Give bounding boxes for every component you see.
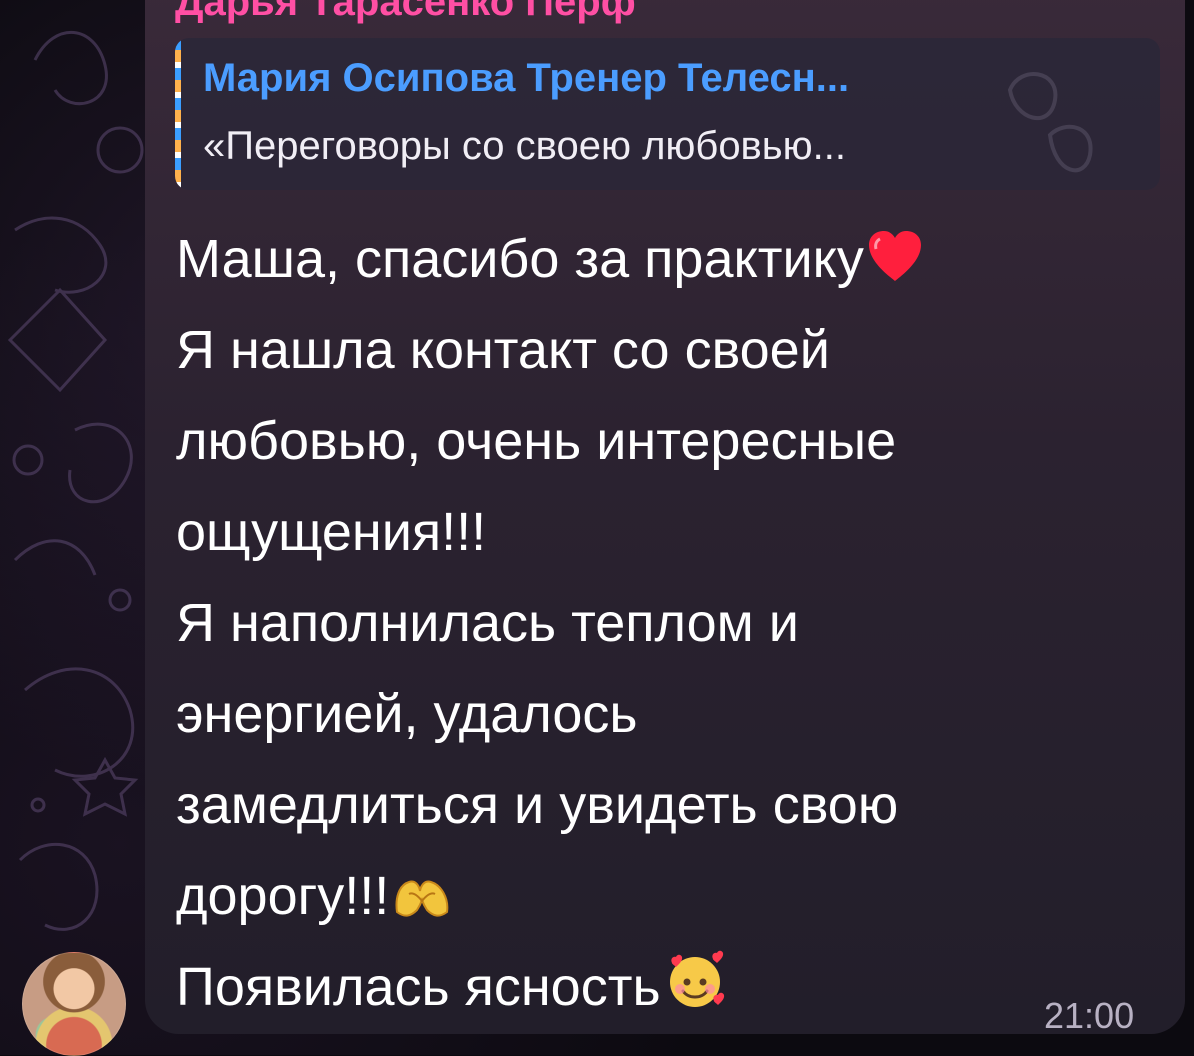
message-timestamp: 21:00 <box>1044 995 1135 1036</box>
reply-background-pattern-icon <box>1007 72 1093 173</box>
hands-heart-icon <box>391 857 453 948</box>
sender-name[interactable]: Дарья Тарасенко Перф <box>175 0 636 25</box>
message-text: Маша, спасибо за практику Я нашла контак… <box>176 214 1166 1033</box>
message-line-6: энергией, удалось <box>176 684 638 744</box>
reply-author: Мария Осипова Тренер Телесн... <box>203 56 850 100</box>
message-line-9: Появилась ясность <box>176 942 1166 1033</box>
reply-preview[interactable]: Мария Осипова Тренер Телесн... «Перегово… <box>175 38 1160 190</box>
message-line-5: Я наполнилась теплом и <box>176 593 799 653</box>
message-line-8: дорогу!!! <box>176 851 1166 942</box>
message-line-3: любовью, очень интересные <box>176 411 897 471</box>
reply-accent-bar <box>175 38 181 190</box>
message-line-1: Маша, спасибо за практику <box>176 214 1166 305</box>
message-line-4: ощущения!!! <box>176 502 487 562</box>
sender-avatar[interactable] <box>22 952 126 1056</box>
heart-icon <box>866 220 924 311</box>
message-line-7: замедлиться и увидеть свою <box>176 775 899 835</box>
smiling-face-hearts-icon <box>663 948 727 1039</box>
message-line-2: Я нашла контакт со своей <box>176 320 830 380</box>
reply-text: «Переговоры со своею любовью... <box>203 124 846 168</box>
